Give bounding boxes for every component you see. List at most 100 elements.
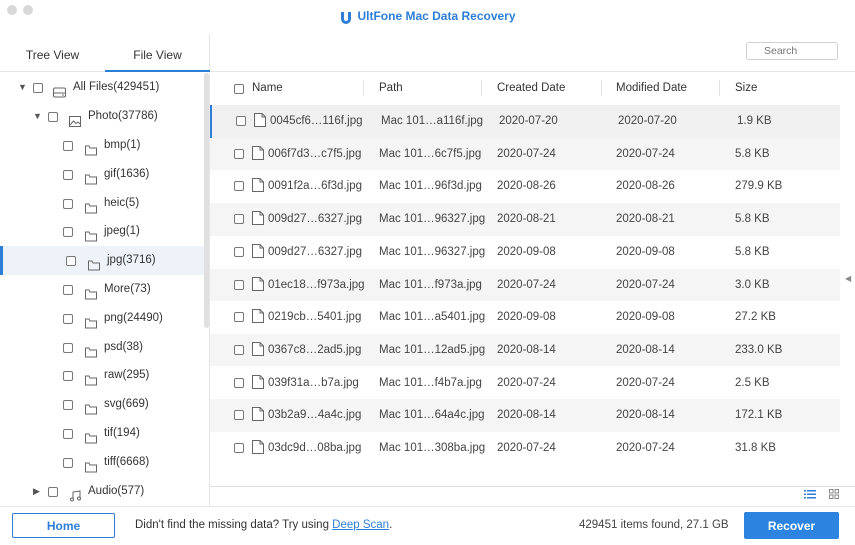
tree-checkbox[interactable]	[63, 285, 73, 295]
tree-checkbox[interactable]	[63, 342, 73, 353]
tree-checkbox[interactable]	[48, 112, 58, 122]
recover-button[interactable]: Recover	[744, 512, 839, 539]
expand-arrow-icon[interactable]: ▼	[33, 102, 42, 131]
table-row[interactable]: 0219cb…5401.jpg Mac 101…a5401.jpg 2020-09-…	[210, 301, 840, 334]
collapse-panel-icon[interactable]: ◀	[845, 274, 851, 283]
tree-item-photo[interactable]: ▼ Photo(37786)	[0, 102, 204, 131]
column-divider[interactable]	[481, 80, 482, 96]
tree-checkbox[interactable]	[48, 486, 58, 497]
row-checkbox[interactable]	[236, 116, 246, 126]
deep-scan-prompt: Didn't find the missing data? Try using	[135, 519, 333, 531]
header-size[interactable]: Size	[735, 82, 757, 94]
column-divider[interactable]	[601, 80, 602, 96]
row-checkbox[interactable]	[234, 181, 244, 192]
row-checkbox[interactable]	[234, 148, 244, 159]
file-icon	[252, 243, 264, 261]
table-row[interactable]: 039f31a…b7a.jpg Mac 101…f4b7a.jpg 2020-07-…	[210, 367, 840, 400]
cell-modified-date: 2020-08-26	[616, 180, 675, 193]
grid-view-icon[interactable]	[829, 489, 840, 499]
title-bar: UltFone Mac Data Recovery	[0, 0, 855, 34]
tree-item-folder[interactable]: bmp(1)	[0, 131, 204, 160]
header-name[interactable]: Name	[252, 82, 283, 94]
cell-modified-date: 2020-07-20	[618, 115, 677, 127]
home-button[interactable]: Home	[12, 513, 115, 538]
cell-size: 3.0 KB	[735, 278, 770, 291]
cell-created-date: 2020-08-21	[497, 213, 556, 226]
cell-created-date: 2020-08-26	[497, 180, 556, 193]
tree-item-folder[interactable]: tiff(6668)	[0, 448, 204, 477]
tree-item-folder[interactable]: tif(194)	[0, 419, 204, 448]
row-checkbox[interactable]	[234, 443, 244, 453]
tree-item-label: jpg(3716)	[107, 254, 156, 267]
tree-item-folder[interactable]: jpg(3716)	[0, 246, 204, 276]
table-row-partial[interactable]	[210, 465, 840, 473]
header-created-date[interactable]: Created Date	[497, 82, 565, 94]
tree-checkbox[interactable]	[66, 256, 76, 267]
expand-arrow-icon[interactable]: ▼	[18, 73, 27, 102]
tree-checkbox[interactable]	[63, 227, 73, 238]
table-row[interactable]: 0045cf6…116f.jpg Mac 101…a116f.jpg 2020-07…	[210, 105, 840, 138]
tree-checkbox[interactable]	[33, 83, 43, 93]
search-input[interactable]	[746, 42, 838, 60]
file-icon	[252, 211, 264, 228]
tree-item-folder[interactable]: psd(38)	[0, 333, 204, 362]
tree-checkbox[interactable]	[63, 198, 73, 209]
row-checkbox[interactable]	[234, 344, 244, 355]
tree-checkbox[interactable]	[63, 169, 73, 180]
tree-item-folder[interactable]: png(24490)	[0, 304, 204, 333]
list-view-icon[interactable]	[804, 489, 816, 499]
file-icon	[252, 309, 264, 326]
table-row[interactable]: 0091f2a…6f3d.jpg Mac 101…96f3d.jpg 2020-08…	[210, 170, 840, 203]
expand-arrow-icon[interactable]: ▶	[33, 477, 40, 506]
tree-checkbox[interactable]	[63, 313, 73, 324]
deep-scan-link[interactable]: Deep Scan	[332, 519, 389, 531]
table-row[interactable]: 03dc9d…08ba.jpg Mac 101…308ba.jpg 2020-07-…	[210, 432, 840, 465]
column-divider[interactable]	[363, 80, 364, 96]
row-checkbox[interactable]	[234, 377, 244, 388]
row-checkbox[interactable]	[234, 246, 244, 257]
tree-item-audio[interactable]: ▶ Audio(577)	[0, 477, 204, 506]
tree-checkbox[interactable]	[63, 141, 73, 151]
tree-item-folder[interactable]: jpeg(1)	[0, 217, 204, 246]
cell-size: 279.9 KB	[735, 180, 783, 193]
column-divider[interactable]	[719, 80, 720, 96]
file-table-body: 0045cf6…116f.jpg Mac 101…a116f.jpg 2020-07…	[210, 105, 855, 482]
tree-checkbox[interactable]	[63, 457, 73, 468]
row-checkbox[interactable]	[234, 312, 244, 323]
cell-created-date: 2020-07-20	[499, 115, 558, 127]
row-checkbox[interactable]	[234, 214, 244, 225]
row-checkbox[interactable]	[234, 410, 244, 421]
tree-checkbox[interactable]	[63, 429, 73, 439]
tree-item-folder[interactable]: gif(1636)	[0, 160, 204, 189]
header-modified-date[interactable]: Modified Date	[616, 82, 687, 94]
row-checkbox[interactable]	[234, 279, 244, 290]
tree-item-label: raw(295)	[104, 369, 150, 382]
select-all-checkbox[interactable]	[234, 84, 244, 94]
table-row[interactable]: 006f7d3…c7f5.jpg Mac 101…6c7f5.jpg 2020-07…	[210, 137, 840, 171]
tree-checkbox[interactable]	[63, 371, 73, 382]
tab-tree-view[interactable]: Tree View	[0, 34, 105, 72]
cell-name: 009d27…6327.jpg	[268, 213, 362, 226]
tree-item-folder[interactable]: raw(295)	[0, 361, 204, 390]
file-icon	[254, 113, 266, 130]
tree-checkbox[interactable]	[63, 400, 73, 411]
table-horizontal-scrollbar[interactable]	[210, 486, 855, 487]
tree-item-folder[interactable]: More(73)	[0, 275, 204, 304]
table-row[interactable]: 03b2a9…4a4c.jpg Mac 101…64a4c.jpg 2020-08-…	[210, 399, 840, 432]
folder-icon	[85, 456, 97, 473]
table-row[interactable]: 01ec18…f973a.jpg Mac 101…f973a.jpg 2020-07…	[210, 268, 840, 301]
tree-scrollbar[interactable]	[204, 73, 209, 328]
tree-item-all-files[interactable]: ▼ All Files(429451)	[0, 73, 204, 102]
deep-scan-message: Didn't find the missing data? Try using …	[135, 519, 392, 531]
table-row[interactable]: 0367c8…2ad5.jpg Mac 101…12ad5.jpg 2020-08-…	[210, 333, 840, 367]
file-icon	[252, 145, 264, 163]
tree-item-folder[interactable]: svg(669)	[0, 390, 204, 419]
table-row[interactable]: 009d27…6327.jpg Mac 101…96327.jpg 2020-09-…	[210, 236, 840, 269]
folder-icon	[88, 254, 100, 271]
header-path[interactable]: Path	[379, 82, 403, 94]
tree-item-folder[interactable]: heic(5)	[0, 189, 204, 218]
table-row[interactable]: 009d27…6327.jpg Mac 101…96327.jpg 2020-08-…	[210, 203, 840, 236]
bottom-bar: Home Didn't find the missing data? Try u…	[0, 506, 855, 545]
tab-file-view[interactable]: File View	[105, 34, 210, 72]
cell-size: 5.8 KB	[735, 245, 770, 258]
